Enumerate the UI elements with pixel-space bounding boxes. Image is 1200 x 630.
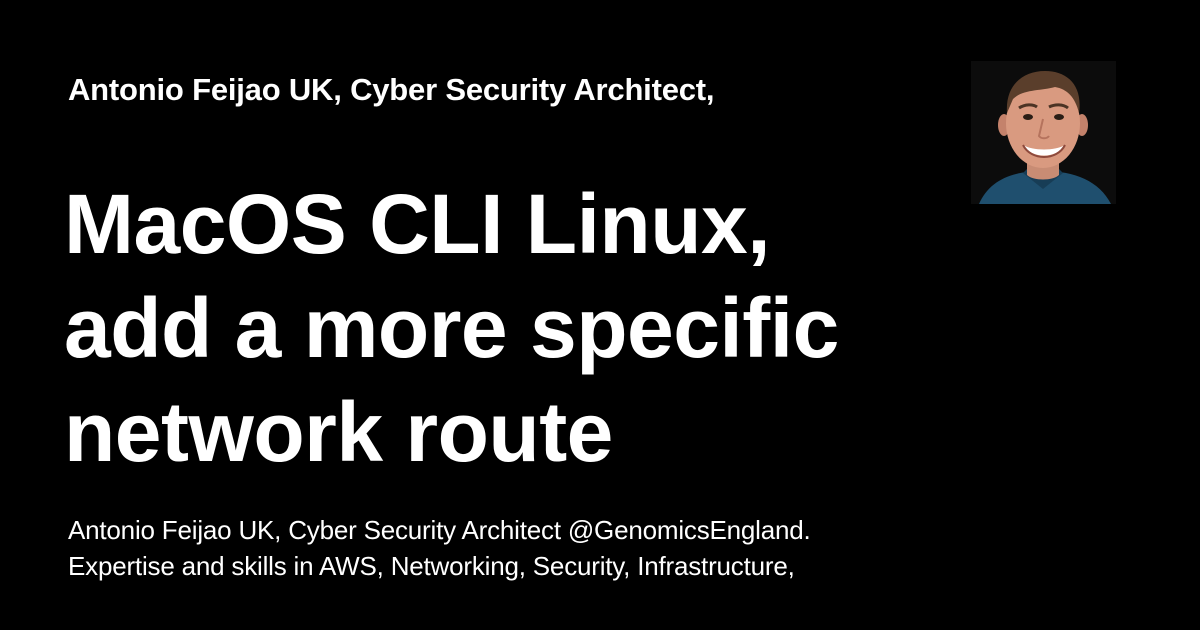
author-photo-icon: [971, 61, 1116, 204]
article-description: Antonio Feijao UK, Cyber Security Archit…: [68, 512, 968, 584]
social-preview-card: Antonio Feijao UK, Cyber Security Archit…: [0, 0, 1200, 630]
article-headline: MacOS CLI Linux, add a more specific net…: [64, 172, 924, 484]
headline-line: MacOS CLI Linux,: [64, 177, 771, 271]
headline-line: network route: [64, 385, 613, 479]
headline-line: add a more specific: [64, 281, 839, 375]
author-avatar: [971, 61, 1116, 204]
description-line: Antonio Feijao UK, Cyber Security Archit…: [68, 515, 811, 545]
description-line: Expertise and skills in AWS, Networking,…: [68, 551, 795, 581]
site-title: Antonio Feijao UK, Cyber Security Archit…: [68, 72, 715, 107]
